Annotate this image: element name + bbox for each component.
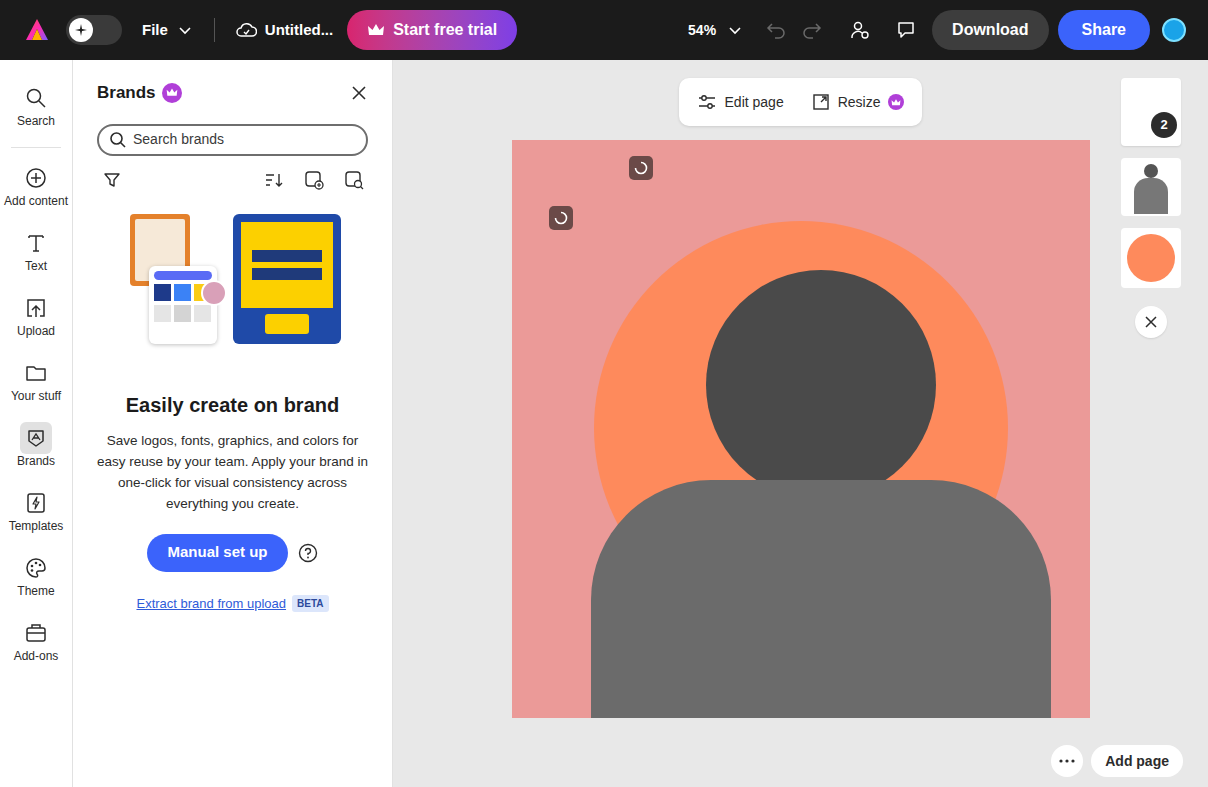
left-rail: Search Add contentTextUploadYour stuffBra… [0, 60, 73, 787]
filter-icon[interactable] [103, 171, 121, 189]
top-bar: File Untitled... Start free trial 54% Do… [0, 0, 1208, 60]
adobe-express-logo-icon[interactable] [24, 17, 50, 43]
rail-item-icon-box [20, 422, 52, 454]
page-count-badge: 2 [1151, 112, 1177, 138]
redo-icon [802, 21, 822, 39]
resize-icon [812, 93, 830, 111]
templates-icon [25, 492, 47, 514]
rail-item-icon-box [20, 617, 52, 649]
rail-item[interactable]: Search [0, 78, 72, 143]
premium-badge [162, 83, 182, 103]
resize-button[interactable]: Resize [812, 92, 905, 113]
rail-item[interactable]: Theme [0, 548, 72, 613]
rail-divider [11, 147, 61, 148]
rail-item-icon-box [20, 552, 52, 584]
avatar[interactable] [1162, 18, 1186, 42]
zoom-control[interactable]: 54% [688, 20, 742, 41]
sliders-icon [697, 93, 717, 111]
comment-icon[interactable] [896, 20, 916, 40]
add-ons-icon [25, 622, 47, 644]
spinner-icon [554, 211, 568, 225]
close-icon[interactable] [350, 84, 368, 102]
close-layers-button[interactable] [1135, 306, 1167, 338]
layer-thumbnail[interactable] [1121, 158, 1181, 216]
rail-item-icon-box [20, 292, 52, 324]
rail-item[interactable]: Your stuff [0, 353, 72, 418]
sparkle-icon [74, 23, 88, 37]
rail-item[interactable]: Upload [0, 288, 72, 353]
brands-panel: Brands [73, 60, 393, 787]
share-button[interactable]: Share [1058, 10, 1150, 50]
rail-item[interactable]: Text [0, 223, 72, 288]
chevron-down-icon [178, 23, 192, 37]
layers-column: 2 [1121, 78, 1181, 338]
rail-item[interactable]: Templates [0, 483, 72, 548]
search-icon [109, 131, 127, 149]
add-page-button[interactable]: Add page [1091, 745, 1183, 777]
download-button[interactable]: Download [932, 10, 1048, 50]
panel-title: Brands [97, 80, 156, 106]
workspace: SearchAdd contentTextUploadYour stuffBra… [0, 60, 1208, 787]
brand-search[interactable] [97, 124, 368, 156]
redo-button[interactable] [800, 18, 824, 42]
layer-thumbnail[interactable] [1121, 228, 1181, 288]
add-brand-icon[interactable] [304, 170, 324, 190]
invite-person-icon[interactable] [850, 20, 870, 40]
panel-heading: Easily create on brand [97, 390, 368, 420]
photo[interactable] [591, 270, 1051, 718]
more-icon [1059, 759, 1075, 763]
search-icon [25, 87, 47, 109]
crown-icon [166, 87, 178, 98]
start-trial-button[interactable]: Start free trial [347, 10, 517, 50]
rail-item-icon-box [20, 227, 52, 259]
brand-icon [25, 427, 47, 449]
undo-icon [766, 21, 786, 39]
page-controls: Add page [1051, 745, 1183, 777]
premium-badge [888, 94, 904, 110]
undo-button[interactable] [764, 18, 788, 42]
rail-item[interactable]: Add-ons [0, 613, 72, 678]
spinner-icon [634, 161, 648, 175]
rail-item-icon-box [20, 487, 52, 519]
more-button[interactable] [1051, 745, 1083, 777]
rail-item[interactable]: Add content [0, 158, 72, 223]
rail-item-icon-box [20, 162, 52, 194]
close-icon [1145, 316, 1157, 328]
search-brand-icon[interactable] [344, 170, 364, 190]
crown-icon [367, 22, 385, 38]
cloud-sync-icon [235, 21, 257, 39]
add-content-icon [25, 167, 47, 189]
panel-description: Save logos, fonts, graphics, and colors … [97, 430, 368, 514]
help-icon[interactable] [298, 543, 318, 563]
divider [214, 18, 215, 42]
rail-item[interactable]: Brands [0, 418, 72, 483]
manual-setup-button[interactable]: Manual set up [147, 534, 287, 572]
file-menu[interactable]: File [142, 19, 192, 42]
loading-badge [549, 206, 573, 230]
rail-item-icon-box [20, 82, 52, 114]
loading-badge [629, 156, 653, 180]
text-icon [25, 232, 47, 254]
canvas-area: Edit page Resize [393, 60, 1208, 787]
folder-icon [25, 362, 47, 384]
edit-page-button[interactable]: Edit page [697, 92, 784, 113]
canvas-toolbar: Edit page Resize [679, 78, 923, 126]
beta-badge: BETA [292, 595, 328, 612]
rail-item-icon-box [20, 357, 52, 389]
upload-icon [25, 297, 47, 319]
layer-thumbnail[interactable]: 2 [1121, 78, 1181, 146]
brand-illustration [125, 214, 341, 348]
mode-toggle[interactable] [66, 15, 122, 45]
extract-brand-link[interactable]: Extract brand from upload [136, 594, 286, 614]
palette-icon [25, 557, 47, 579]
design-page[interactable] [512, 140, 1090, 718]
sort-icon[interactable] [264, 171, 284, 189]
document-title[interactable]: Untitled... [235, 19, 333, 42]
brand-search-input[interactable] [133, 129, 356, 150]
chevron-down-icon [728, 23, 742, 37]
app: File Untitled... Start free trial 54% Do… [0, 0, 1208, 787]
crown-icon [891, 98, 901, 107]
